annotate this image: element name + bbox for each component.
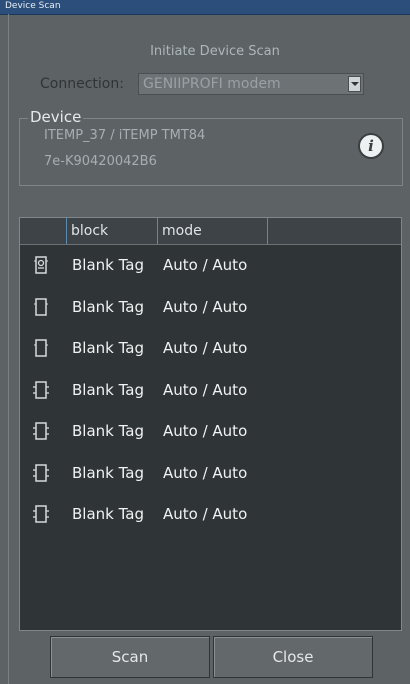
- table-row[interactable]: Blank Tag Auto / Auto: [20, 494, 401, 535]
- block-cell: Blank Tag: [72, 339, 145, 357]
- device-connected-icon: [32, 422, 50, 440]
- table-row[interactable]: Blank Tag Auto / Auto: [20, 328, 401, 369]
- window-title: Device Scan: [5, 1, 61, 11]
- connection-dropdown[interactable]: GENIIPROFI modem: [138, 73, 364, 95]
- mode-cell: Auto / Auto: [163, 339, 248, 357]
- column-header-icon: [20, 218, 67, 244]
- mode-cell: Auto / Auto: [163, 463, 248, 482]
- mode-cell: Auto / Auto: [163, 297, 248, 316]
- device-name: ITEMP_37 / iTEMP TMT84: [44, 128, 206, 143]
- info-icon[interactable]: i: [358, 133, 384, 159]
- scan-button[interactable]: Scan: [50, 636, 210, 678]
- block-table: block mode Blank Tag Auto / Auto Blank Tag…: [19, 217, 402, 631]
- device-icon: [32, 297, 50, 316]
- device-connected-icon: [32, 505, 50, 523]
- column-header-mode[interactable]: mode: [158, 218, 268, 244]
- frame-divider: [8, 14, 9, 684]
- device-connected-icon: [32, 380, 50, 399]
- table-header: block mode: [20, 218, 401, 245]
- table-row[interactable]: Blank Tag Auto / Auto: [20, 245, 401, 286]
- table-row[interactable]: Blank Tag Auto / Auto: [20, 411, 401, 452]
- connection-value: GENIIPROFI modem: [143, 76, 281, 92]
- mode-cell: Auto / Auto: [163, 422, 248, 440]
- device-group-legend: Device: [28, 108, 84, 126]
- column-header-extra: [268, 218, 401, 244]
- block-cell: Blank Tag: [72, 256, 145, 274]
- scan-heading: Initiate Device Scan: [150, 44, 280, 59]
- device-connected-icon: [32, 463, 50, 482]
- connection-label: Connection:: [40, 76, 124, 92]
- chevron-down-icon[interactable]: [348, 76, 361, 92]
- block-cell: Blank Tag: [72, 422, 145, 440]
- mode-cell: Auto / Auto: [163, 380, 248, 399]
- title-bar: Device Scan: [0, 0, 410, 15]
- block-cell: Blank Tag: [72, 380, 145, 399]
- block-cell: Blank Tag: [72, 505, 145, 523]
- block-cell: Blank Tag: [72, 463, 145, 482]
- mode-cell: Auto / Auto: [163, 256, 248, 274]
- device-icon: [32, 339, 50, 357]
- device-id: 7e-K90420042B6: [44, 154, 157, 169]
- column-header-block[interactable]: block: [67, 218, 158, 244]
- close-button[interactable]: Close: [213, 636, 373, 678]
- block-cell: Blank Tag: [72, 297, 145, 316]
- mode-cell: Auto / Auto: [163, 505, 248, 523]
- device-scan-window: Device Scan Initiate Device Scan Connect…: [0, 0, 410, 684]
- table-row[interactable]: Blank Tag Auto / Auto: [20, 453, 401, 494]
- table-row[interactable]: Blank Tag Auto / Auto: [20, 370, 401, 411]
- device-selected-icon: [32, 256, 50, 274]
- table-row[interactable]: Blank Tag Auto / Auto: [20, 287, 401, 328]
